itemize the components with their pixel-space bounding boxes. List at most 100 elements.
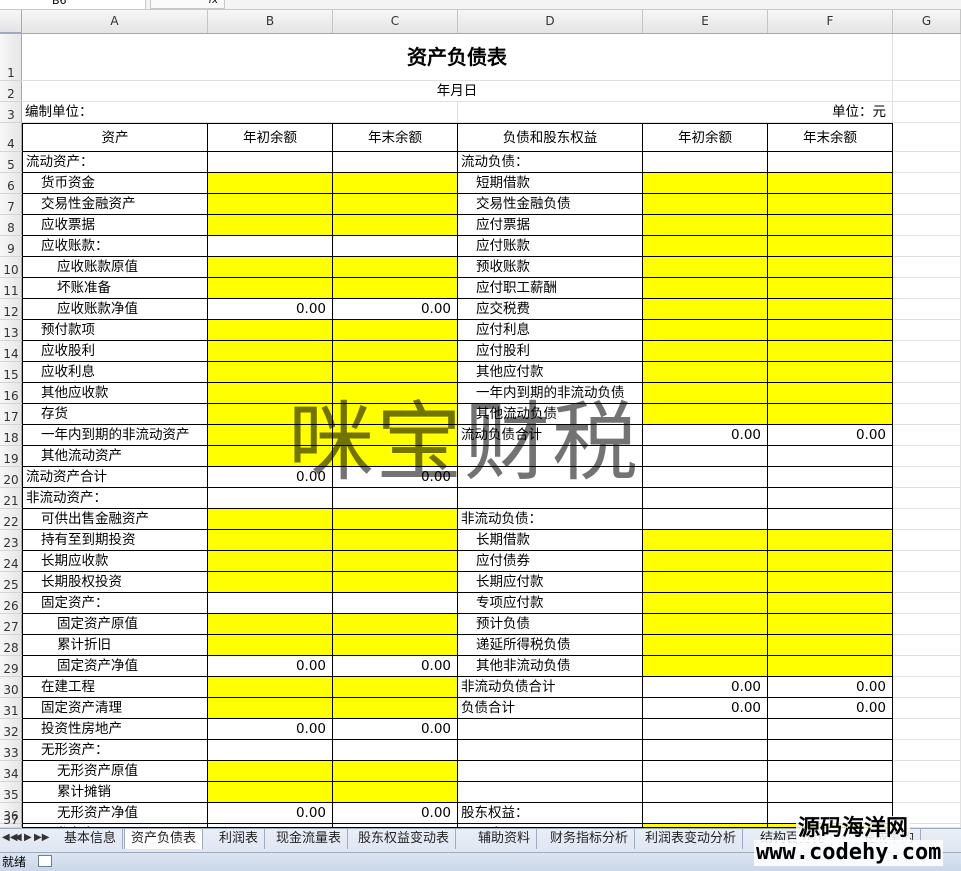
cell-g35[interactable]	[893, 782, 961, 803]
liability-closing-cell[interactable]	[768, 383, 893, 404]
asset-opening-cell[interactable]	[208, 488, 333, 509]
liability-opening-cell[interactable]	[643, 341, 768, 362]
liability-closing-cell[interactable]	[768, 509, 893, 530]
cell-g7[interactable]	[893, 194, 961, 215]
liability-closing-cell[interactable]	[768, 719, 893, 740]
asset-closing-cell[interactable]	[333, 194, 458, 215]
row-header-21[interactable]: 21	[0, 488, 22, 509]
sheet-tab[interactable]: 财务指标分析	[544, 829, 636, 849]
liability-closing-cell[interactable]	[768, 215, 893, 236]
row-header-5[interactable]: 5	[0, 152, 22, 173]
liability-closing-cell[interactable]	[768, 656, 893, 677]
asset-closing-cell[interactable]	[333, 173, 458, 194]
liability-closing-cell[interactable]	[768, 551, 893, 572]
liability-opening-cell[interactable]	[643, 530, 768, 551]
cell-g28[interactable]	[893, 635, 961, 656]
asset-closing-cell[interactable]	[333, 698, 458, 719]
asset-opening-cell[interactable]	[208, 257, 333, 278]
cell-g4[interactable]	[893, 123, 961, 152]
cell-g30[interactable]	[893, 677, 961, 698]
cell-g12[interactable]	[893, 299, 961, 320]
asset-closing-cell[interactable]	[333, 152, 458, 173]
asset-closing-cell[interactable]: 0.00	[333, 467, 458, 488]
liability-closing-cell[interactable]	[768, 173, 893, 194]
sheet-tab[interactable]: 资产负债表	[124, 829, 204, 849]
asset-opening-cell[interactable]	[208, 572, 333, 593]
sheet-tab[interactable]: 利润表变动分析	[639, 829, 744, 849]
row-header-11[interactable]: 11	[0, 278, 22, 299]
column-header-e[interactable]: E	[643, 10, 768, 33]
row-header-29[interactable]: 29	[0, 656, 22, 677]
asset-closing-cell[interactable]	[333, 215, 458, 236]
sheet-tab[interactable]: 现金流量表	[270, 829, 349, 849]
asset-opening-cell[interactable]	[208, 194, 333, 215]
asset-opening-cell[interactable]	[208, 278, 333, 299]
cell-g15[interactable]	[893, 362, 961, 383]
row-header-16[interactable]: 16	[0, 383, 22, 404]
column-header-b[interactable]: B	[208, 10, 333, 33]
row-header-1[interactable]: 1	[0, 34, 22, 81]
column-header-d[interactable]: D	[458, 10, 643, 33]
row-header-26[interactable]: 26	[0, 593, 22, 614]
row-header-22[interactable]: 22	[0, 509, 22, 530]
liability-opening-cell[interactable]: 0.00	[643, 698, 768, 719]
liability-opening-cell[interactable]	[643, 782, 768, 803]
liability-opening-cell[interactable]	[643, 383, 768, 404]
liability-opening-cell[interactable]	[643, 215, 768, 236]
liability-opening-cell[interactable]	[643, 740, 768, 761]
cell-g24[interactable]	[893, 551, 961, 572]
asset-closing-cell[interactable]	[333, 383, 458, 404]
cell-g20[interactable]	[893, 467, 961, 488]
cell-g31[interactable]	[893, 698, 961, 719]
liability-closing-cell[interactable]	[768, 152, 893, 173]
tab-nav-next-icon[interactable]: ▶	[24, 832, 32, 843]
asset-opening-cell[interactable]	[208, 446, 333, 467]
asset-opening-cell[interactable]	[208, 551, 333, 572]
liability-closing-cell[interactable]	[768, 593, 893, 614]
cell-g27[interactable]	[893, 614, 961, 635]
asset-opening-cell[interactable]	[208, 362, 333, 383]
asset-opening-cell[interactable]: 0.00	[208, 719, 333, 740]
liability-opening-cell[interactable]	[643, 572, 768, 593]
liability-closing-cell[interactable]	[768, 404, 893, 425]
liability-opening-cell[interactable]	[643, 656, 768, 677]
asset-opening-cell[interactable]	[208, 593, 333, 614]
column-header-g[interactable]: G	[893, 10, 961, 33]
asset-opening-cell[interactable]	[208, 509, 333, 530]
row-header-10[interactable]: 10	[0, 257, 22, 278]
row-header-20[interactable]: 20	[0, 467, 22, 488]
liability-opening-cell[interactable]	[643, 761, 768, 782]
asset-closing-cell[interactable]	[333, 614, 458, 635]
column-header-f[interactable]: F	[768, 10, 893, 33]
liability-closing-cell[interactable]	[768, 572, 893, 593]
cell-g5[interactable]	[893, 152, 961, 173]
asset-opening-cell[interactable]	[208, 404, 333, 425]
liability-closing-cell[interactable]	[768, 341, 893, 362]
liability-closing-cell[interactable]	[768, 488, 893, 509]
asset-opening-cell[interactable]	[208, 341, 333, 362]
liability-opening-cell[interactable]	[643, 551, 768, 572]
row-header-18[interactable]: 18	[0, 425, 22, 446]
liability-opening-cell[interactable]	[643, 173, 768, 194]
liability-opening-cell[interactable]	[643, 152, 768, 173]
asset-closing-cell[interactable]	[333, 425, 458, 446]
liability-opening-cell[interactable]	[643, 803, 768, 824]
cell-g25[interactable]	[893, 572, 961, 593]
cell-g22[interactable]	[893, 509, 961, 530]
asset-opening-cell[interactable]	[208, 782, 333, 803]
asset-opening-cell[interactable]	[208, 740, 333, 761]
row-header-33[interactable]: 33	[0, 740, 22, 761]
cell-g2[interactable]	[893, 81, 961, 102]
liability-opening-cell[interactable]	[643, 404, 768, 425]
liability-opening-cell[interactable]: 0.00	[643, 677, 768, 698]
liability-closing-cell[interactable]	[768, 761, 893, 782]
asset-closing-cell[interactable]: 0.00	[333, 719, 458, 740]
row-header-4[interactable]: 4	[0, 123, 22, 152]
sheet-tab[interactable]: 辅助资料	[472, 829, 538, 849]
asset-opening-cell[interactable]	[208, 173, 333, 194]
cell-g8[interactable]	[893, 215, 961, 236]
row-header-14[interactable]: 14	[0, 341, 22, 362]
asset-closing-cell[interactable]	[333, 488, 458, 509]
row-header-7[interactable]: 7	[0, 194, 22, 215]
asset-closing-cell[interactable]	[333, 257, 458, 278]
